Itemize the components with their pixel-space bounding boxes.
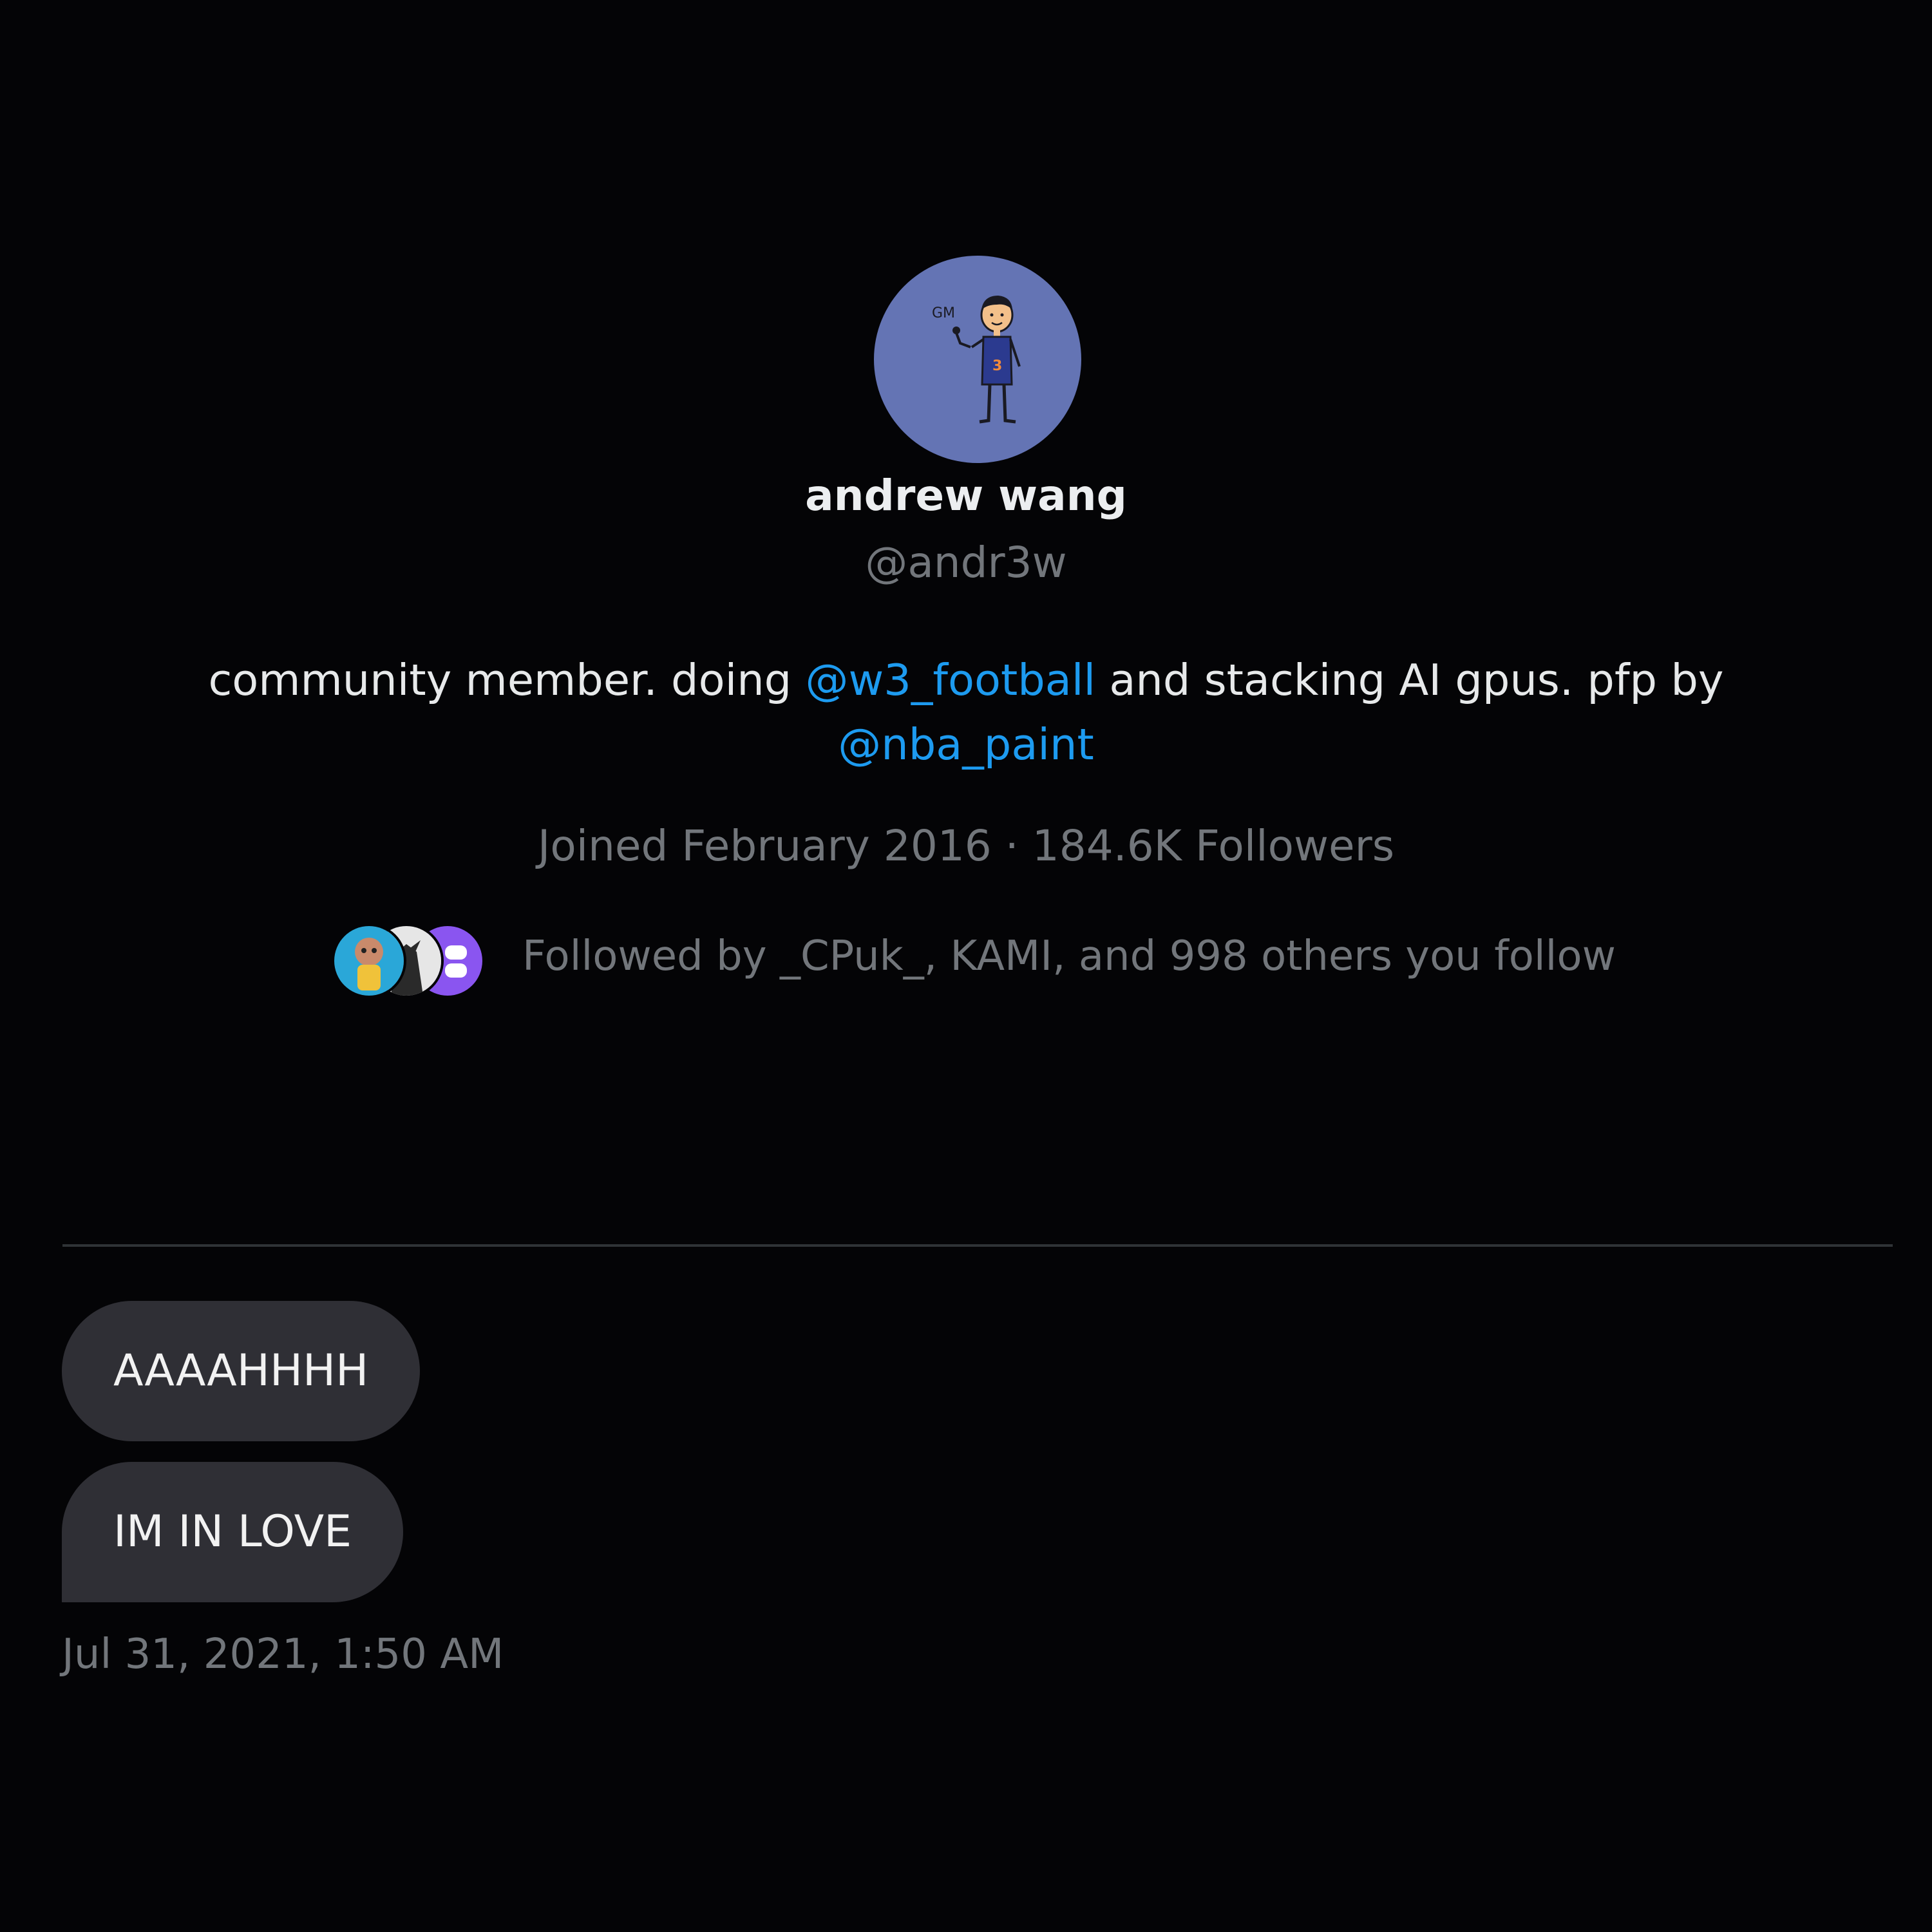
followed-by-text[interactable]: Followed by _CPuk_, KAMI, and 998 others… [522, 933, 1616, 980]
follower-avatar [332, 923, 406, 998]
bio-mention-w3-football[interactable]: @w3_football [805, 655, 1095, 705]
follower-avatars [332, 918, 486, 998]
profile-bio: community member. doing @w3_football and… [193, 648, 1739, 777]
divider [62, 1244, 1893, 1247]
bio-mention-nba-paint[interactable]: @nba_paint [838, 719, 1094, 770]
message-bubble[interactable]: IM IN LOVE [62, 1462, 404, 1602]
avatar-gm-text: GM [932, 305, 955, 321]
profile-avatar[interactable]: GM 3 [874, 256, 1081, 463]
bio-text: community member. doing [208, 655, 806, 705]
bio-text: and stacking AI gpus. pfp by [1095, 655, 1724, 705]
display-name: andrew wang [805, 471, 1127, 520]
message-timestamp: Jul 31, 2021, 1:50 AM [62, 1631, 504, 1678]
message-bubble[interactable]: AAAAHHHH [62, 1301, 421, 1441]
followed-by-row[interactable]: Followed by _CPuk_, KAMI, and 998 others… [332, 914, 1616, 998]
profile-meta: Joined February 2016 · 184.6K Followers [537, 821, 1395, 871]
cartoon-person-avatar-icon: GM 3 [932, 296, 1021, 424]
profile-handle: @andr3w [865, 538, 1067, 587]
avatar-jersey-number: 3 [992, 358, 1002, 374]
message-thread: AAAAHHHH IM IN LOVE Jul 31, 2021, 1:50 A… [62, 1301, 504, 1678]
